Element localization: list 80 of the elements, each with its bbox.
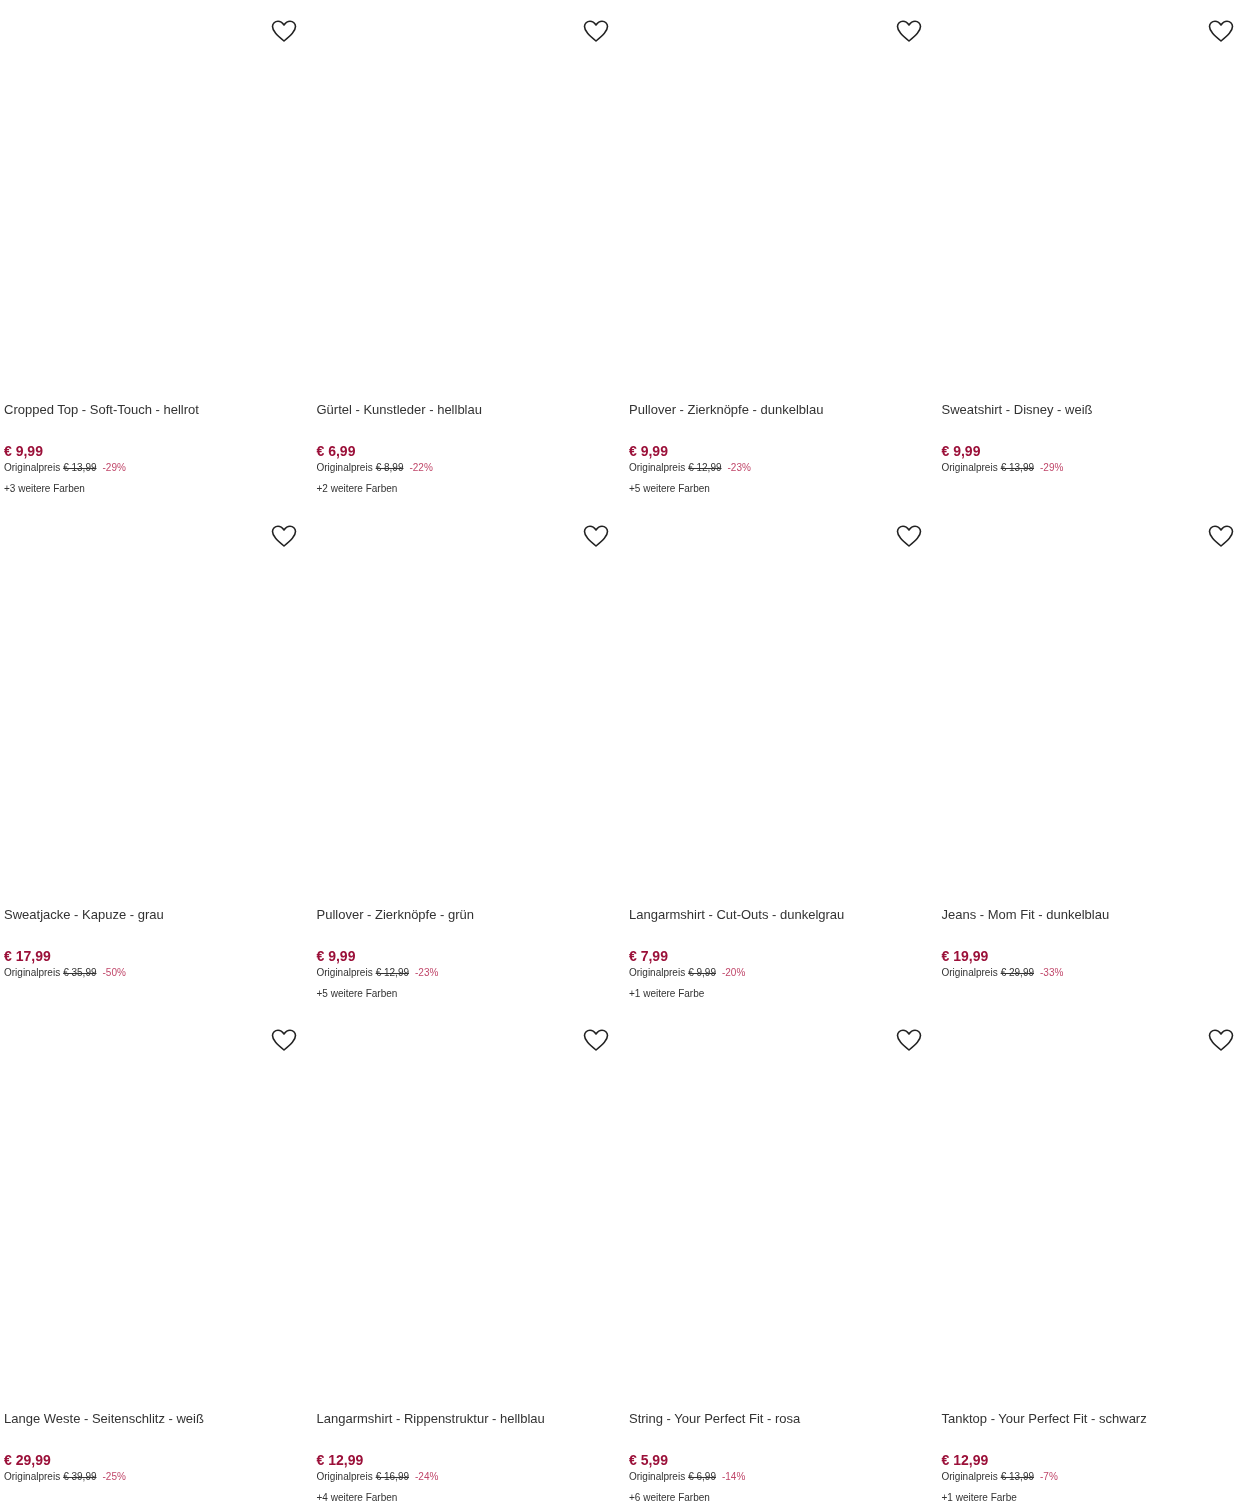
discount: -14% xyxy=(721,1470,746,1483)
original-price: € 16,99 xyxy=(375,1470,409,1483)
more-colors: +1 weitere Farbe xyxy=(629,986,705,1000)
discount: -7% xyxy=(1040,1470,1058,1483)
original-price-label: Originalpreis xyxy=(316,461,373,474)
price: € 29,99 xyxy=(4,1451,51,1469)
product-title[interactable]: Pullover - Zierknöpfe - dunkelblau xyxy=(629,402,938,438)
favorite-icon[interactable] xyxy=(1208,524,1234,548)
more-colors: +4 weitere Farben xyxy=(316,1491,398,1504)
more-colors: +5 weitere Farben xyxy=(629,482,710,495)
original-price: € 29,99 xyxy=(1000,965,1034,979)
more-colors: +3 weitere Farben xyxy=(4,482,85,495)
original-price-label: Originalpreis xyxy=(941,461,998,474)
more-colors: +5 weitere Farben xyxy=(316,986,398,1000)
favorite-icon[interactable] xyxy=(270,524,297,548)
favorite-icon[interactable] xyxy=(1208,20,1234,43)
original-price-label: Originalpreis xyxy=(316,1470,373,1483)
product-title[interactable]: Lange Weste - Seitenschlitz - weiß xyxy=(4,1411,313,1447)
product-title[interactable]: Jeans - Mom Fit - dunkelblau xyxy=(941,906,1250,943)
product-title[interactable]: Sweatshirt - Disney - weiß xyxy=(941,402,1250,438)
product-title[interactable]: Sweatjacke - Kapuze - grau xyxy=(4,906,313,943)
price: € 9,99 xyxy=(629,442,668,460)
original-price-label: Originalpreis xyxy=(629,461,686,474)
original-price: € 6,99 xyxy=(688,1470,716,1483)
price: € 17,99 xyxy=(4,946,51,965)
discount: -29% xyxy=(102,461,126,474)
product-title[interactable]: Pullover - Zierknöpfe - grün xyxy=(316,906,625,943)
discount: -33% xyxy=(1040,965,1064,979)
product-title[interactable]: Tanktop - Your Perfect Fit - schwarz xyxy=(941,1411,1250,1447)
original-price: € 39,99 xyxy=(63,1470,97,1483)
original-price-label: Originalpreis xyxy=(316,965,373,979)
price: € 7,99 xyxy=(629,946,668,965)
favorite-icon[interactable] xyxy=(270,1029,297,1052)
original-price: € 9,99 xyxy=(688,965,716,979)
favorite-icon[interactable] xyxy=(895,1029,922,1052)
original-price-label: Originalpreis xyxy=(629,1470,686,1483)
price: € 9,99 xyxy=(316,946,356,965)
discount: -23% xyxy=(727,461,751,474)
favorite-icon[interactable] xyxy=(583,1029,609,1052)
favorite-icon[interactable] xyxy=(895,524,922,548)
price: € 9,99 xyxy=(941,442,981,460)
favorite-icon[interactable] xyxy=(270,20,297,43)
original-price-label: Originalpreis xyxy=(941,965,998,979)
discount: -20% xyxy=(721,965,746,979)
product-title[interactable]: Gürtel - Kunstleder - hellblau xyxy=(316,402,625,438)
original-price: € 35,99 xyxy=(63,965,97,979)
original-price-label: Originalpreis xyxy=(4,1470,61,1483)
original-price-label: Originalpreis xyxy=(941,1470,998,1483)
favorite-icon[interactable] xyxy=(1208,1029,1234,1052)
original-price: € 12,99 xyxy=(688,461,722,474)
discount: -23% xyxy=(415,965,439,979)
discount: -29% xyxy=(1040,461,1064,474)
original-price-label: Originalpreis xyxy=(629,965,686,979)
product-title[interactable]: String - Your Perfect Fit - rosa xyxy=(629,1411,938,1447)
original-price: € 13,99 xyxy=(1000,461,1034,474)
original-price: € 13,99 xyxy=(1000,1470,1034,1483)
price: € 12,99 xyxy=(316,1451,364,1469)
price: € 12,99 xyxy=(941,1451,989,1469)
discount: -25% xyxy=(102,1470,126,1483)
price: € 9,99 xyxy=(4,442,43,460)
price: € 6,99 xyxy=(316,442,356,460)
favorite-icon[interactable] xyxy=(583,524,609,548)
original-price-label: Originalpreis xyxy=(4,965,61,979)
discount: -22% xyxy=(409,461,433,474)
favorite-icon[interactable] xyxy=(583,20,609,43)
price: € 19,99 xyxy=(941,946,989,965)
discount: -50% xyxy=(102,965,126,979)
original-price: € 12,99 xyxy=(375,965,409,979)
original-price-label: Originalpreis xyxy=(4,461,61,474)
product-title[interactable]: Langarmshirt - Rippenstruktur - hellblau xyxy=(316,1411,625,1447)
more-colors: +2 weitere Farben xyxy=(316,482,398,495)
original-price: € 13,99 xyxy=(63,461,97,474)
product-title[interactable]: Langarmshirt - Cut-Outs - dunkelgrau xyxy=(629,906,938,943)
favorite-icon[interactable] xyxy=(895,20,922,43)
more-colors: +1 weitere Farbe xyxy=(941,1491,1017,1504)
product-title[interactable]: Cropped Top - Soft-Touch - hellrot xyxy=(4,402,313,438)
original-price: € 8,99 xyxy=(375,461,404,474)
discount: -24% xyxy=(415,1470,439,1483)
price: € 5,99 xyxy=(629,1451,668,1469)
more-colors: +6 weitere Farben xyxy=(629,1491,710,1504)
